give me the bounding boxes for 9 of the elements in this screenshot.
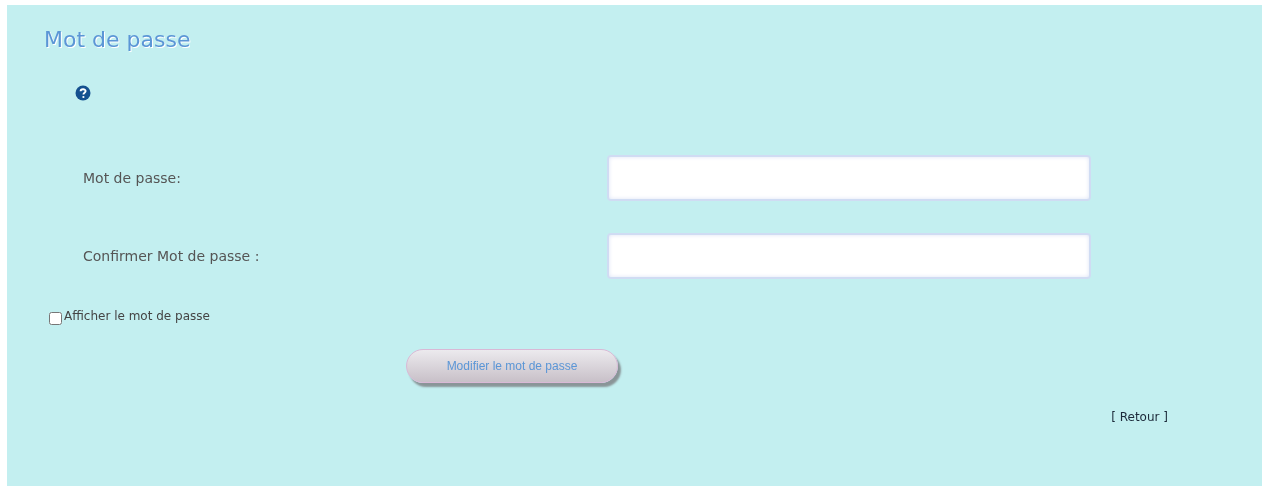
- password-field[interactable]: [607, 233, 1091, 279]
- help-icon[interactable]: [75, 85, 91, 101]
- checkbox-label: Afficher le mot de passe: [64, 309, 210, 323]
- back-link[interactable]: [ Retour ]: [1111, 410, 1168, 424]
- page-title: Mot de passe: [44, 27, 191, 52]
- field-label: Confirmer Mot de passe :: [83, 248, 261, 264]
- show-password-checkbox[interactable]: [49, 312, 62, 325]
- field-label: Mot de passe:: [83, 170, 182, 186]
- password-field[interactable]: [607, 155, 1091, 201]
